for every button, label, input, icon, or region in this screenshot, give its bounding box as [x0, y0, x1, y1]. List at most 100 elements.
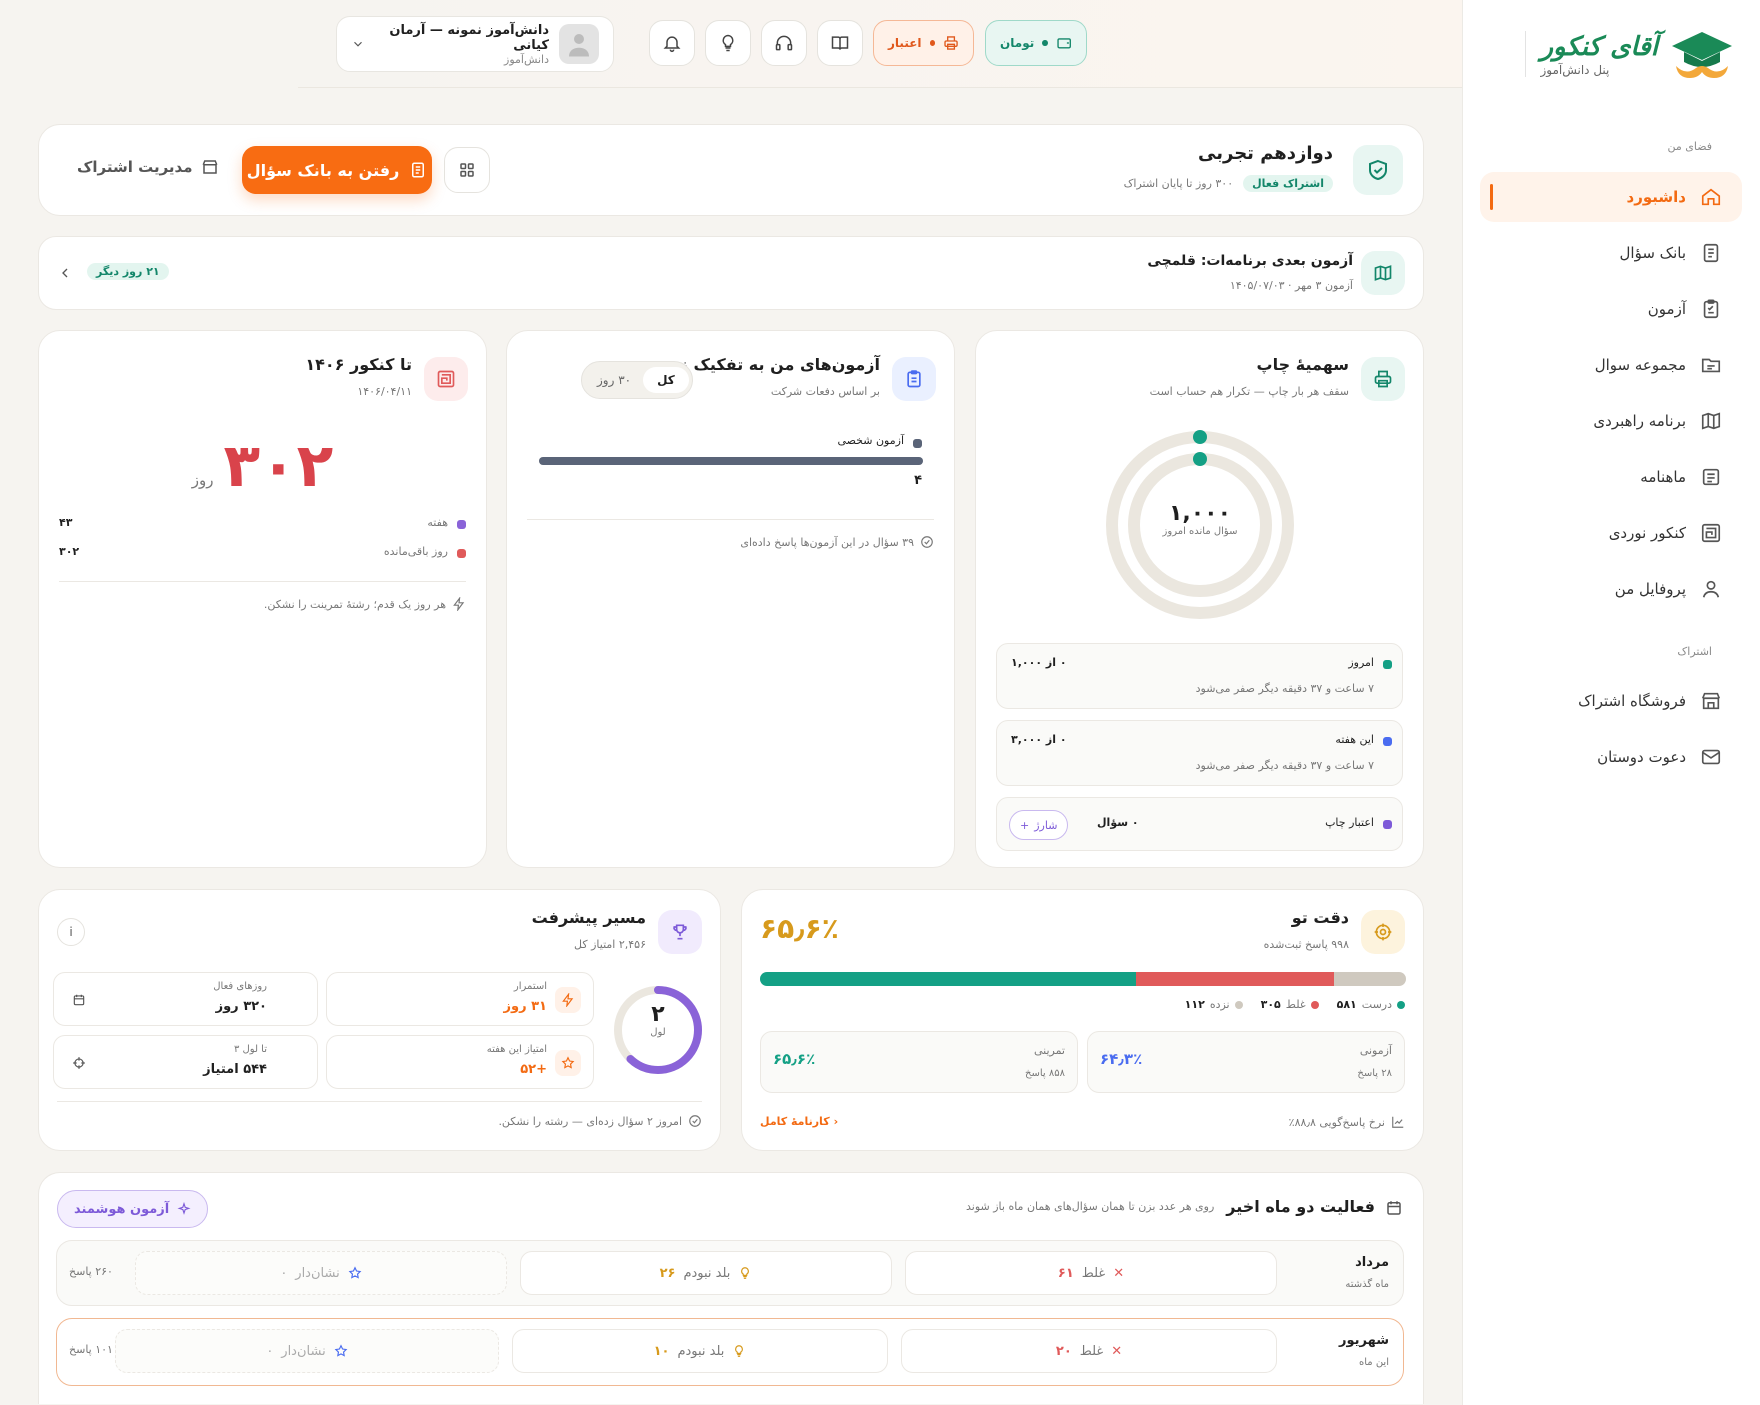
- subscription-remaining: ۳۰۰ روز تا پایان اشتراک: [1123, 177, 1234, 190]
- marked-count-button[interactable]: نشان‌دار ۰: [135, 1251, 507, 1295]
- legend-value: ۵۸۱: [1336, 998, 1357, 1011]
- month-name: شهریور: [1339, 1333, 1389, 1348]
- user-menu[interactable]: دانش‌آموز نمونه — آرمان کیانی دانش‌آموز: [336, 16, 614, 72]
- sidebar-item-label: مجموعه سوال: [1594, 356, 1686, 374]
- notifications-button[interactable]: [649, 20, 695, 66]
- toggle-all[interactable]: کل: [643, 367, 689, 393]
- sidebar-item-dashboard[interactable]: داشبورد: [1480, 172, 1742, 222]
- next-exam-date: آزمون ۳ مهر · ۱۴۰۵/۰۷/۰۳: [1229, 279, 1353, 292]
- user-icon: [1702, 580, 1720, 598]
- cell-label: غلط: [1081, 1265, 1106, 1281]
- sidebar-item-exam[interactable]: آزمون: [1480, 284, 1742, 334]
- activity-title: فعالیت دو ماه اخیر: [1226, 1197, 1375, 1216]
- manage-subscription-link[interactable]: مدیریت اشتراک: [77, 158, 219, 176]
- exams-footer: ۳۹ سؤال در این آزمون‌ها پاسخ داده‌ای: [740, 535, 934, 549]
- level-value: ۲: [651, 1002, 665, 1027]
- accuracy-segment: [1136, 972, 1334, 986]
- charge-button[interactable]: شارژ +: [1009, 810, 1069, 840]
- star-icon: [334, 1344, 348, 1357]
- print-quota-card: سهمیهٔ چاپ سقف هر بار چاپ — تکرار هم حسا…: [975, 330, 1424, 868]
- bar-label: آزمون شخصی: [837, 434, 904, 447]
- bolt-icon: [555, 987, 581, 1013]
- maze-icon: [1701, 523, 1721, 543]
- tips-button[interactable]: [705, 20, 751, 66]
- chevron-left-icon[interactable]: [57, 265, 73, 281]
- exam-label: آزمونی: [1359, 1044, 1392, 1057]
- sidebar-item-question-bank[interactable]: بانک سؤال: [1480, 228, 1742, 278]
- toman-wallet-button[interactable]: تومان: [985, 20, 1087, 66]
- bell-icon: [663, 36, 681, 53]
- info-icon[interactable]: i: [57, 918, 85, 946]
- lightbulb-icon: [735, 1345, 744, 1357]
- home-icon: [1701, 188, 1721, 206]
- printer-icon: [944, 36, 958, 50]
- legend-label: نزده: [1209, 998, 1230, 1011]
- legend-value: ۱۱۲: [1184, 998, 1205, 1011]
- sidebar-item-label: پروفایل من: [1614, 580, 1686, 598]
- exam-percent: ۶۴٫۳٪: [1100, 1050, 1143, 1068]
- konkur-countdown-card: تا کنکور ۱۴۰۶ ۱۴۰۶/۰۴/۱۱ ۳۰۲ روز هفته ۴۳…: [38, 330, 487, 868]
- sidebar-item-store[interactable]: فروشگاه اشتراک: [1480, 676, 1742, 726]
- practice-label: تمرینی: [1033, 1044, 1065, 1057]
- konkur-row-value: ۳۰۲: [59, 545, 80, 558]
- go-to-question-bank-button[interactable]: رفتن به بانک سؤال: [242, 146, 432, 194]
- exam-accuracy-box[interactable]: آزمونی ۲۸ پاسخ ۶۴٫۳٪: [1087, 1031, 1405, 1093]
- full-report-link[interactable]: ‹ کارنامهٔ کامل: [760, 1115, 838, 1128]
- sidebar-item-profile[interactable]: پروفایل من: [1480, 564, 1742, 614]
- konkur-date: ۱۴۰۶/۰۴/۱۱: [357, 385, 412, 398]
- konkur-title: تا کنکور ۱۴۰۶: [305, 355, 412, 374]
- grid-icon: [460, 163, 474, 177]
- range-toggle: کل ۳۰ روز: [581, 361, 693, 399]
- bar-track: [539, 457, 923, 465]
- unknown-count-button[interactable]: بلد نبودم ۱۰: [512, 1329, 888, 1373]
- trophy-icon: [658, 910, 702, 954]
- book-button[interactable]: [817, 20, 863, 66]
- clipboard-list-icon: [892, 357, 936, 401]
- toggle-30-days[interactable]: ۳۰ روز: [585, 367, 643, 393]
- month-tag: این ماه: [1359, 1357, 1389, 1368]
- exams-by-type-card: آزمون‌های من به تفکیک نوع بر اساس دفعات …: [506, 330, 955, 868]
- response-rate: نرخ پاسخ‌گویی ۸۸٫۸٪: [1289, 1115, 1405, 1129]
- today-label: امروز: [1348, 656, 1374, 669]
- wrong-count-button[interactable]: ✕ غلط ۲۰: [901, 1329, 1277, 1373]
- sidebar-item-strategic-plan[interactable]: برنامه راهبردی: [1480, 396, 1742, 446]
- print-quota-title: سهمیهٔ چاپ: [1256, 355, 1349, 374]
- accuracy-bar: [760, 972, 1406, 986]
- next-exam-card[interactable]: آزمون بعدی برنامه‌ات: قلمچی آزمون ۳ مهر …: [38, 236, 1424, 310]
- wrong-count-button[interactable]: ✕ غلط ۶۱: [905, 1251, 1277, 1295]
- toman-label: تومان: [1000, 36, 1035, 50]
- store-icon: [202, 160, 217, 174]
- lightbulb-icon: [741, 1267, 750, 1279]
- sidebar-item-question-sets[interactable]: مجموعه سوال: [1480, 340, 1742, 390]
- practice-accuracy-box[interactable]: تمرینی ۸۵۸ پاسخ ۶۵٫۶٪: [760, 1031, 1078, 1093]
- unknown-count-button[interactable]: بلد نبودم ۲۶: [520, 1251, 892, 1295]
- subscription-card: دوازدهم تجربی اشتراک فعال ۳۰۰ روز تا پای…: [38, 124, 1424, 216]
- progress-title: مسیر پیشرفت: [531, 908, 646, 927]
- cell-value: ۶۱: [1057, 1265, 1074, 1281]
- cell-label: بلد نبودم: [677, 1343, 725, 1359]
- brand-logo[interactable]: آقای کنکور پنل دانش‌آموز: [1525, 28, 1734, 80]
- sidebar-item-monthly[interactable]: ماهنامه: [1480, 452, 1742, 502]
- map-icon: [1701, 412, 1721, 430]
- cell-value: ۲۰: [1055, 1343, 1072, 1359]
- sidebar-item-label: داشبورد: [1626, 188, 1686, 206]
- accuracy-percent: ۶۵٫۶٪: [760, 912, 839, 945]
- marked-count-button[interactable]: نشان‌دار ۰: [115, 1329, 499, 1373]
- support-button[interactable]: [761, 20, 807, 66]
- answers-count: ۱۰۱ پاسخ: [69, 1343, 113, 1356]
- sidebar-item-invite[interactable]: دعوت دوستان: [1480, 732, 1742, 782]
- grid-view-button[interactable]: [444, 147, 490, 193]
- credit-button[interactable]: اعتبار: [873, 20, 974, 66]
- smart-exam-button[interactable]: آزمون هوشمند: [57, 1190, 209, 1228]
- progress-subtitle: ۲,۴۵۶ امتیاز کل: [574, 938, 646, 951]
- exams-footer-text: ۳۹ سؤال در این آزمون‌ها پاسخ داده‌ای: [740, 535, 914, 549]
- accuracy-segment: [1333, 972, 1406, 986]
- quota-today-marker: [1193, 430, 1207, 444]
- personal-exam-dot: [913, 439, 922, 448]
- manage-label: مدیریت اشتراک: [77, 158, 193, 176]
- stat-value: ۳۱ روز: [503, 999, 547, 1014]
- book-icon: [831, 36, 849, 50]
- accuracy-title: دقت تو: [1291, 908, 1349, 927]
- sidebar-item-konkur-nordi[interactable]: کنکور نوردی: [1480, 508, 1742, 558]
- close-icon: ✕: [1113, 1265, 1125, 1281]
